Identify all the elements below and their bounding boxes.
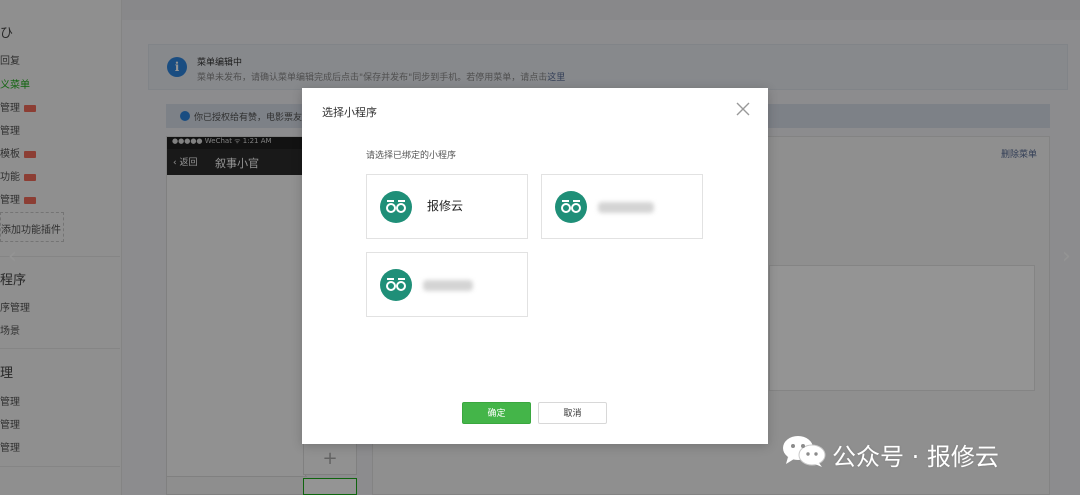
wechat-logo-icon [782, 434, 826, 468]
mini-program-name: 报修云 [427, 199, 464, 213]
mini-program-icon [555, 191, 587, 223]
mini-program-card[interactable]: 报修云 [366, 174, 528, 239]
select-mini-program-dialog: 选择小程序 请选择已绑定的小程序 报修云 确定 取消 [302, 88, 768, 444]
close-icon[interactable] [734, 100, 752, 118]
mini-program-card[interactable] [541, 174, 703, 239]
mini-program-icon [380, 191, 412, 223]
mini-program-icon [380, 269, 412, 301]
cancel-button[interactable]: 取消 [538, 402, 607, 424]
confirm-button[interactable]: 确定 [462, 402, 531, 424]
dialog-title: 选择小程序 [322, 106, 377, 119]
blurred-name [423, 280, 473, 291]
mini-program-card[interactable] [366, 252, 528, 317]
dialog-subtitle: 请选择已绑定的小程序 [366, 151, 457, 161]
blurred-name [598, 202, 654, 213]
watermark-text: 公众号 · 报修云 [832, 443, 999, 471]
